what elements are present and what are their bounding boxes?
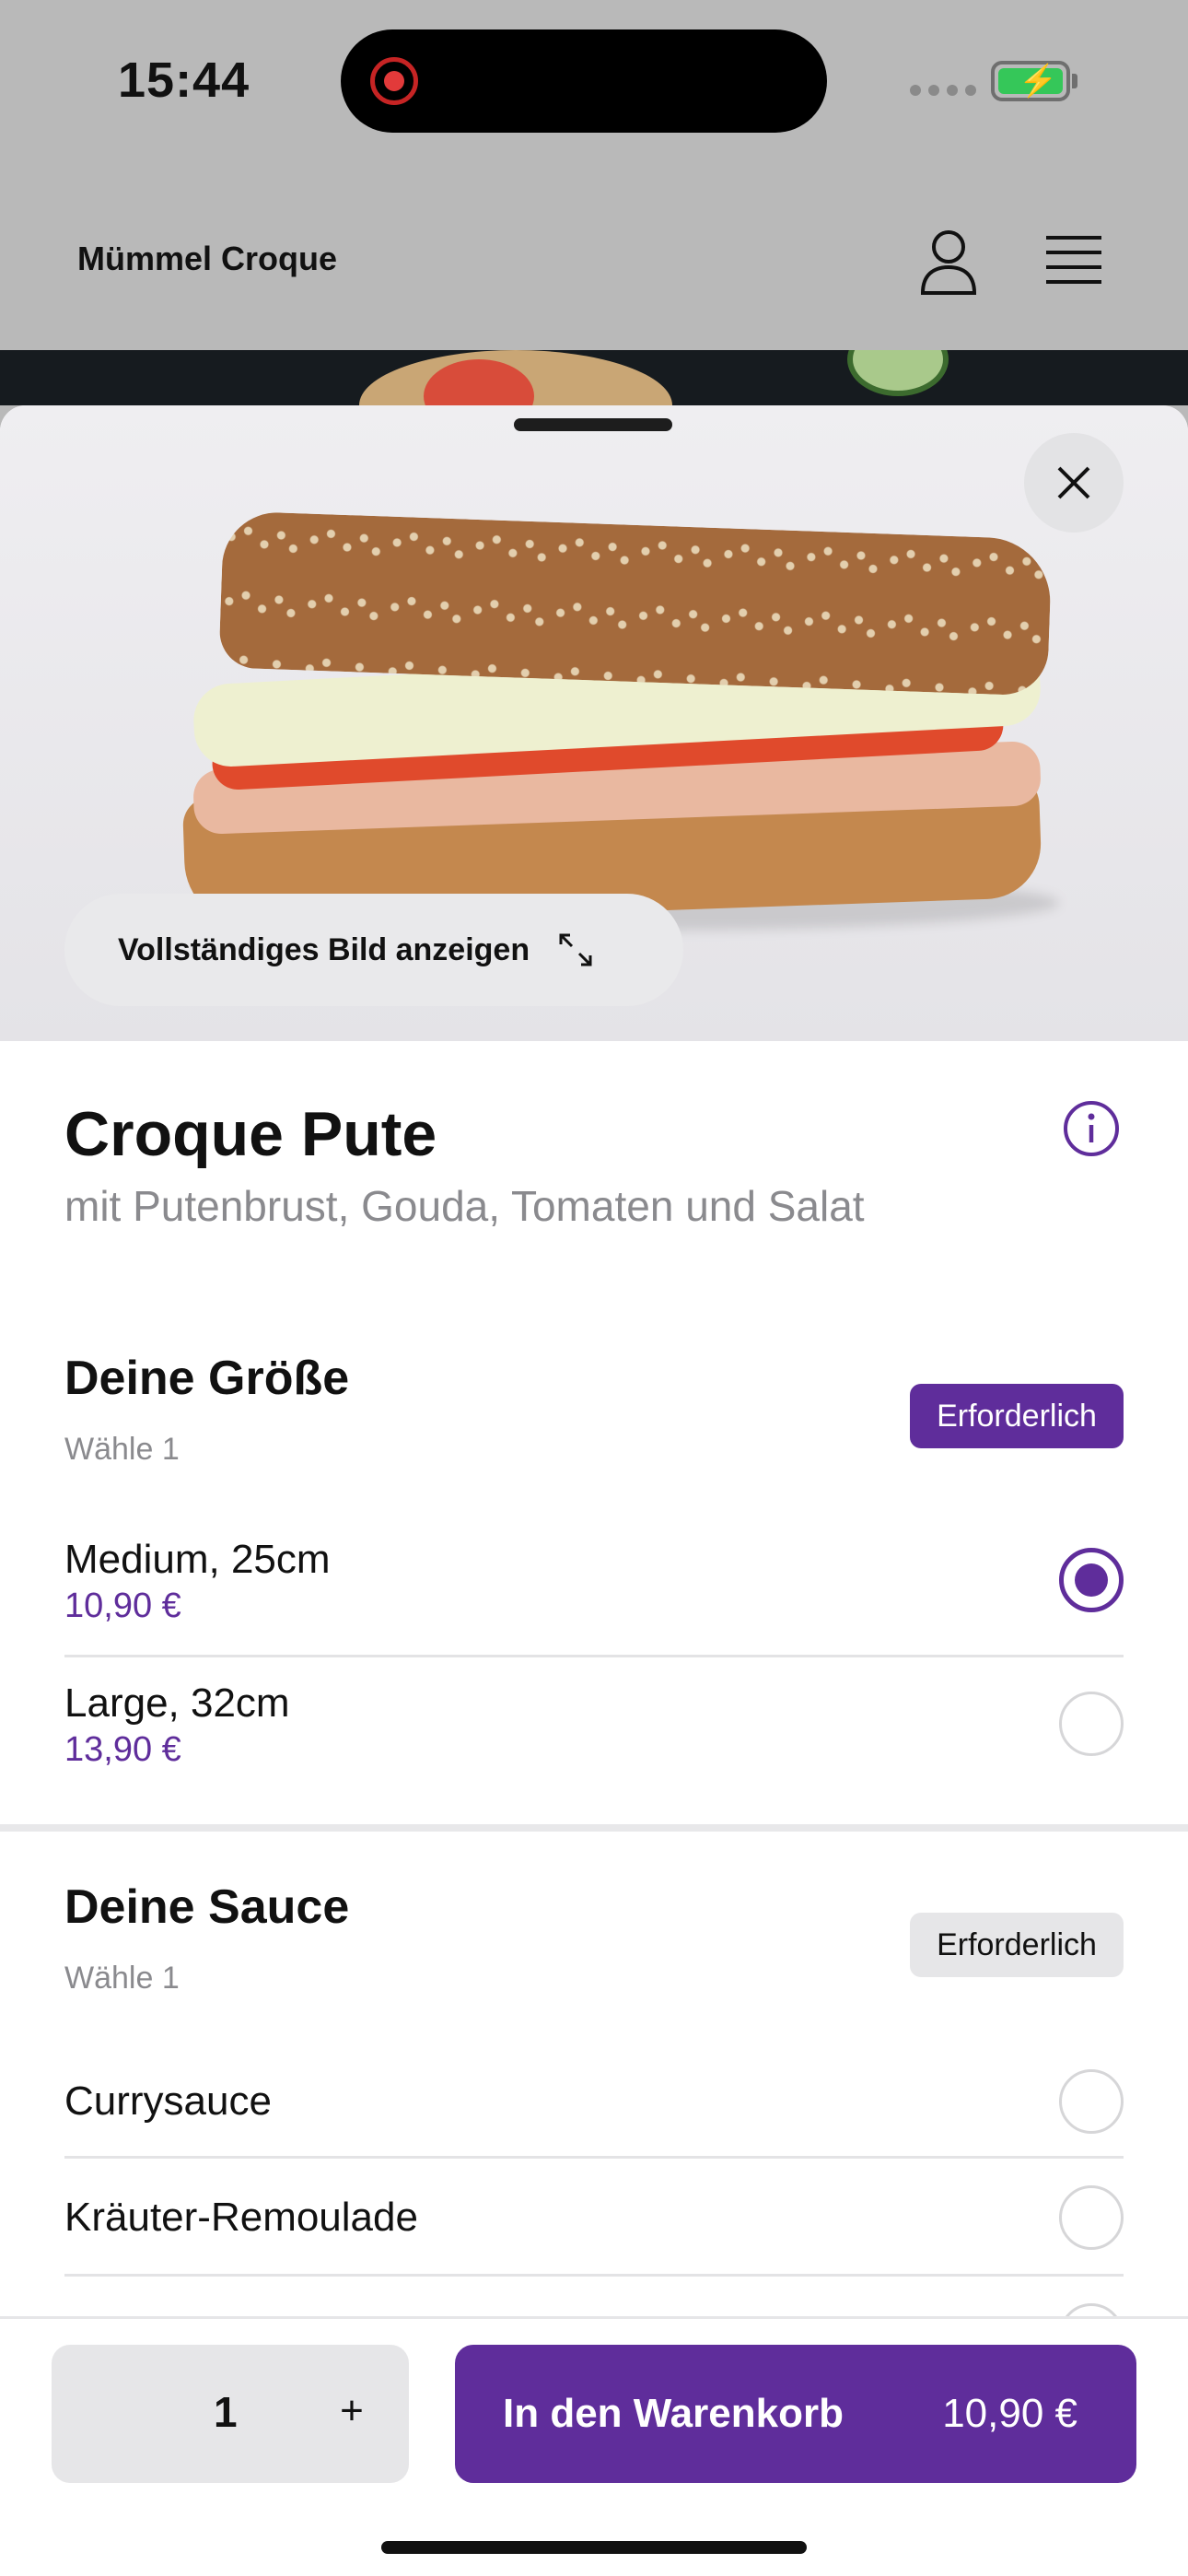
section-divider <box>0 1824 1188 1832</box>
sauce-required-badge: Erforderlich <box>910 1913 1124 1977</box>
option-name: Medium, 25cm <box>64 1537 331 1582</box>
sauce-option-kraeuter-remoulade[interactable]: Kräuter-Remoulade <box>64 2185 1124 2268</box>
size-option-medium[interactable]: Medium, 25cm 10,90 € <box>64 1537 1124 1657</box>
quantity-stepper[interactable]: 1 + <box>52 2345 409 2483</box>
product-title: Croque Pute <box>64 1099 437 1169</box>
sauce-section-title: Deine Sauce <box>64 1880 350 1934</box>
expand-icon <box>559 933 592 966</box>
status-bar: 15:44 ⚡ <box>0 0 1188 166</box>
divider <box>64 2274 1124 2277</box>
size-option-large[interactable]: Large, 32cm 13,90 € <box>64 1680 1124 1800</box>
brand-name: Mümmel Croque <box>77 240 338 277</box>
sauce-option-currysauce[interactable]: Currysauce <box>64 2069 1124 2152</box>
view-full-image-button[interactable]: Vollständiges Bild anzeigen <box>64 894 683 1006</box>
home-indicator <box>381 2541 807 2554</box>
add-to-cart-price: 10,90 € <box>942 2391 1077 2436</box>
bottom-action-bar: 1 + In den Warenkorb 10,90 € <box>0 2316 1188 2576</box>
product-subtitle: mit Putenbrust, Gouda, Tomaten und Salat <box>64 1182 865 1230</box>
quantity-value: 1 <box>214 2388 238 2436</box>
record-icon <box>370 57 418 105</box>
option-name: Large, 32cm <box>64 1680 290 1726</box>
size-section-subtitle: Wähle 1 <box>64 1432 180 1467</box>
add-to-cart-button[interactable]: In den Warenkorb 10,90 € <box>455 2345 1136 2483</box>
battery-icon: ⚡ <box>991 61 1070 101</box>
radio-button[interactable] <box>1059 2185 1124 2250</box>
option-price: 10,90 € <box>64 1587 181 1625</box>
close-button[interactable] <box>1024 433 1124 533</box>
divider <box>64 1655 1124 1657</box>
size-section-title: Deine Größe <box>64 1352 350 1405</box>
background-food-image <box>0 350 1188 405</box>
option-name: Currysauce <box>64 2078 272 2124</box>
app-header: Mümmel Croque <box>0 166 1188 350</box>
product-sheet: Vollständiges Bild anzeigen Croque Pute … <box>0 405 1188 2576</box>
sheet-grabber[interactable] <box>514 418 672 431</box>
view-full-image-label: Vollständiges Bild anzeigen <box>118 931 530 967</box>
size-required-badge: Erforderlich <box>910 1384 1124 1448</box>
add-to-cart-label: In den Warenkorb <box>503 2391 844 2436</box>
divider <box>64 2156 1124 2159</box>
radio-button[interactable] <box>1059 1692 1124 1756</box>
signal-icon <box>910 85 976 96</box>
radio-button-selected[interactable] <box>1059 1548 1124 1612</box>
sauce-section-subtitle: Wähle 1 <box>64 1961 180 1996</box>
sandwich-image <box>181 510 1068 931</box>
dynamic-island <box>341 29 827 133</box>
status-time: 15:44 <box>118 53 250 108</box>
menu-icon[interactable] <box>1044 234 1103 286</box>
product-image: Vollständiges Bild anzeigen <box>0 405 1188 1041</box>
radio-button[interactable] <box>1059 2069 1124 2134</box>
increase-quantity-button[interactable]: + <box>324 2383 379 2439</box>
close-icon <box>1057 466 1090 499</box>
option-name: Kräuter-Remoulade <box>64 2195 418 2240</box>
info-icon[interactable] <box>1063 1100 1120 1157</box>
user-icon[interactable] <box>919 228 978 295</box>
option-price: 13,90 € <box>64 1730 181 1769</box>
